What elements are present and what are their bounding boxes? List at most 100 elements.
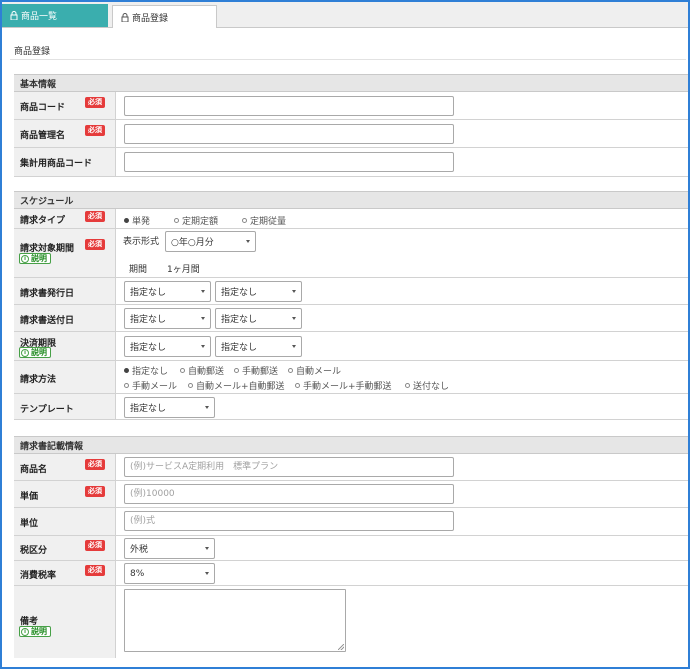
row-body: 指定なし 指定なし <box>116 332 688 360</box>
section-title: 請求書記載情報 <box>14 437 688 454</box>
radio-method-auto-email[interactable]: 自動メール <box>288 364 341 377</box>
radio-label: 定期従量 <box>250 217 287 227</box>
tax-type-select[interactable]: 外税 <box>124 538 215 559</box>
row-label: 商品名 必須 <box>14 454 116 480</box>
issue-date-select-1[interactable]: 指定なし <box>124 281 211 302</box>
row-product-name: 商品管理名 必須 <box>14 120 688 148</box>
row-body <box>116 120 688 147</box>
radio-billing-type-single[interactable]: 単発 <box>124 214 150 227</box>
issue-date-select-2[interactable]: 指定なし <box>215 281 302 302</box>
row-body <box>116 148 688 176</box>
radio-label: 自動メール <box>296 367 342 377</box>
radio-method-auto-email-auto-mail[interactable]: 自動メール+自動郵送 <box>188 379 285 392</box>
payment-due-select-2[interactable]: 指定なし <box>215 336 302 357</box>
row-label: 請求方法 <box>14 361 116 393</box>
row-issue-date: 請求書発行日 指定なし 指定なし <box>14 278 688 305</box>
radio-method-auto-mail[interactable]: 自動郵送 <box>180 364 224 377</box>
tab-bar: 商品一覧 商品登録 <box>2 2 688 28</box>
tab-product-register[interactable]: 商品登録 <box>112 5 217 28</box>
product-code-input[interactable] <box>124 96 454 116</box>
radio-label: 指定なし <box>132 367 169 377</box>
required-badge: 必須 <box>85 459 105 470</box>
radio-label: 手動メール <box>132 382 178 392</box>
row-remarks: 備考 i 説明 <box>14 586 688 658</box>
page-title: 商品登録 <box>14 47 51 57</box>
row-body: 単発 定期定額 定期従量 <box>116 209 688 228</box>
radio-method-no-send[interactable]: 送付なし <box>405 379 449 392</box>
row-label: 商品管理名 必須 <box>14 120 116 147</box>
row-body: 外税 <box>116 536 688 560</box>
window-frame: 商品一覧 商品登録 商品登録 基本情報 商品コード 必須 商品管理名 必須 集計… <box>0 0 690 669</box>
select-value: 指定なし <box>130 315 167 325</box>
row-unit: 単位 <box>14 508 688 536</box>
unit-input[interactable] <box>124 511 454 531</box>
aggregate-code-input[interactable] <box>124 152 454 172</box>
row-label: 決済期限 i 説明 <box>14 332 116 360</box>
chevron-down-icon <box>292 317 296 320</box>
row-label: 商品コード 必須 <box>14 92 116 119</box>
row-template: テンプレート 指定なし <box>14 394 688 420</box>
row-aggregate-code: 集計用商品コード <box>14 148 688 177</box>
radio-label: 手動メール+手動郵送 <box>303 382 392 392</box>
template-select[interactable]: 指定なし <box>124 397 215 418</box>
required-badge: 必須 <box>85 97 105 108</box>
period-label: 期間 <box>129 265 148 275</box>
resize-handle-icon[interactable] <box>338 644 344 650</box>
radio-dot <box>242 218 247 223</box>
row-label: 請求書送付日 <box>14 305 116 331</box>
row-label: テンプレート <box>14 394 116 419</box>
chevron-down-icon <box>201 317 205 320</box>
help-label: 説明 <box>31 627 47 636</box>
radio-method-manual-email[interactable]: 手動メール <box>124 379 177 392</box>
label-text: 請求書発行日 <box>20 289 75 299</box>
display-format-select[interactable]: ○年○月分 <box>165 231 256 252</box>
product-name-input[interactable] <box>124 124 454 144</box>
row-label: 消費税率 必須 <box>14 561 116 585</box>
section-title: 基本情報 <box>14 75 688 92</box>
tab-product-list[interactable]: 商品一覧 <box>2 4 108 27</box>
row-billing-period: 請求対象期間 必須 i 説明 表示形式 ○年○月分 期間 1ヶ月間 <box>14 229 688 278</box>
chevron-down-icon <box>205 406 209 409</box>
row-body <box>116 586 688 658</box>
chevron-down-icon <box>292 345 296 348</box>
help-badge[interactable]: i 説明 <box>19 253 51 264</box>
radio-label: 送付なし <box>413 382 450 392</box>
radio-dot <box>295 383 300 388</box>
send-date-select-2[interactable]: 指定なし <box>215 308 302 329</box>
help-badge[interactable]: i 説明 <box>19 626 51 637</box>
radio-dot <box>124 368 129 373</box>
radio-label: 定期定額 <box>182 217 219 227</box>
select-value: 指定なし <box>130 404 167 414</box>
radio-billing-type-fixed[interactable]: 定期定額 <box>174 214 218 227</box>
row-label: 税区分 必須 <box>14 536 116 560</box>
unit-price-input[interactable] <box>124 484 454 504</box>
radio-method-manual-email-manual-mail[interactable]: 手動メール+手動郵送 <box>295 379 392 392</box>
tab-label: 商品登録 <box>132 13 169 24</box>
item-name-input[interactable] <box>124 457 454 477</box>
radio-billing-type-metered[interactable]: 定期従量 <box>242 214 286 227</box>
row-body <box>116 508 688 535</box>
select-value: 8% <box>130 568 145 579</box>
info-icon: i <box>21 627 29 636</box>
radio-label: 手動郵送 <box>242 367 279 377</box>
radio-method-none[interactable]: 指定なし <box>124 364 168 377</box>
row-unit-price: 単価 必須 <box>14 481 688 508</box>
info-icon: i <box>21 348 29 357</box>
row-label: 請求対象期間 必須 i 説明 <box>14 229 116 277</box>
label-text: 商品コード <box>20 103 66 113</box>
remarks-textarea[interactable] <box>124 589 346 652</box>
send-date-select-1[interactable]: 指定なし <box>124 308 211 329</box>
label-text: 請求タイプ <box>20 216 66 226</box>
divider <box>10 59 686 60</box>
help-badge[interactable]: i 説明 <box>19 347 51 358</box>
label-text: 商品管理名 <box>20 131 66 141</box>
select-value: ○年○月分 <box>171 238 214 248</box>
required-badge: 必須 <box>85 239 105 250</box>
label-text: 商品名 <box>20 465 48 475</box>
tax-rate-select[interactable]: 8% <box>124 563 215 584</box>
radio-method-manual-mail[interactable]: 手動郵送 <box>234 364 278 377</box>
payment-due-select-1[interactable]: 指定なし <box>124 336 211 357</box>
row-label: 単価 必須 <box>14 481 116 507</box>
row-billing-type: 請求タイプ 必須 単発 定期定額 定期従量 <box>14 209 688 229</box>
label-text: 請求方法 <box>20 375 57 385</box>
